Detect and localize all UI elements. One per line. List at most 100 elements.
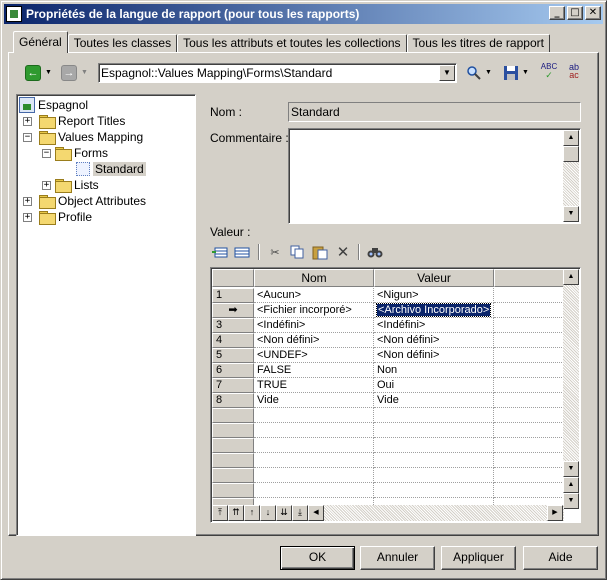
cell-nom[interactable]: TRUE	[254, 378, 374, 393]
expand-icon[interactable]: +	[23, 212, 32, 222]
tree-item-object-attributes[interactable]: + Object Attributes	[23, 193, 146, 209]
cell-valeur[interactable]: <Indéfini>	[374, 318, 494, 333]
row-header[interactable]	[212, 438, 254, 453]
expand-icon[interactable]: +	[23, 116, 32, 126]
expand-icon[interactable]: +	[42, 180, 51, 190]
column-header-valeur[interactable]: Valeur	[374, 269, 494, 287]
move-top-icon[interactable]: ⤒	[212, 505, 228, 521]
cancel-button[interactable]: Annuler	[360, 546, 435, 570]
tree-item-profile[interactable]: + Profile	[23, 209, 92, 225]
cell-valeur[interactable]	[374, 438, 494, 453]
cell-valeur[interactable]	[374, 468, 494, 483]
cell-valeur[interactable]	[374, 453, 494, 468]
cut-icon[interactable]: ✂	[267, 244, 283, 260]
find-dropdown-icon[interactable]: ▼	[485, 69, 492, 76]
save-dropdown-icon[interactable]: ▼	[522, 69, 529, 76]
comment-scrollbar[interactable]: ▲ ▼	[563, 130, 579, 222]
row-header[interactable]: 6	[212, 363, 254, 378]
forward-dropdown-icon[interactable]: ▼	[81, 69, 88, 76]
tab-general[interactable]: Général	[13, 31, 68, 53]
tree-item-forms[interactable]: − Forms	[42, 145, 108, 161]
cell-nom[interactable]: FALSE	[254, 363, 374, 378]
tab-all-report-titles[interactable]: Tous les titres de rapport	[406, 34, 550, 53]
scroll-left-icon[interactable]: ◀	[308, 505, 324, 521]
cell-nom[interactable]	[254, 453, 374, 468]
value-grid[interactable]: Nom Valeur 1 <Aucun> <Nigun> ➡ <Fichier inco…	[210, 267, 581, 523]
expand-icon[interactable]: +	[23, 196, 32, 206]
collapse-icon[interactable]: −	[42, 148, 51, 158]
scroll-right-icon[interactable]: ▶	[547, 505, 563, 521]
delete-icon[interactable]: ✕	[335, 244, 351, 261]
row-header[interactable]: 5	[212, 348, 254, 363]
tree-item-report-titles[interactable]: + Report Titles	[23, 113, 125, 129]
minimize-button[interactable]: _	[549, 6, 565, 20]
cell-nom[interactable]: <Non défini>	[254, 333, 374, 348]
scroll-up-icon[interactable]: ▲	[563, 477, 579, 493]
paste-icon[interactable]	[312, 244, 328, 260]
cell-valeur[interactable]: Oui	[374, 378, 494, 393]
cell-valeur[interactable]: <Nigun>	[374, 288, 494, 303]
add-row-icon[interactable]	[234, 244, 250, 260]
cell-valeur[interactable]: <Archivo Incorporado>	[374, 303, 494, 318]
comment-textarea[interactable]: ▲ ▼	[288, 128, 581, 224]
cell-nom[interactable]: Vide	[254, 393, 374, 408]
column-header-nom[interactable]: Nom	[254, 269, 374, 287]
row-header[interactable]	[212, 468, 254, 483]
cell-valeur[interactable]	[374, 483, 494, 498]
row-header[interactable]: 4	[212, 333, 254, 348]
apply-button[interactable]: Appliquer	[441, 546, 516, 570]
maximize-button[interactable]: □	[567, 6, 583, 20]
title-bar[interactable]: Propriétés de la langue de rapport (pour…	[4, 4, 603, 24]
scroll-down-icon[interactable]: ▼	[563, 493, 579, 509]
help-button[interactable]: Aide	[523, 546, 598, 570]
row-header[interactable]: 1	[212, 288, 254, 303]
row-header[interactable]	[212, 483, 254, 498]
scroll-up-icon[interactable]: ▲	[563, 269, 579, 285]
move-up-page-icon[interactable]: ⇈	[228, 505, 244, 521]
cell-nom[interactable]: <Indéfini>	[254, 318, 374, 333]
row-header[interactable]: 7	[212, 378, 254, 393]
path-combo[interactable]: Espagnol::Values Mapping\Forms\Standard …	[98, 63, 457, 83]
tree-item-standard[interactable]: Standard	[76, 161, 146, 177]
cell-valeur[interactable]: Non	[374, 363, 494, 378]
close-button[interactable]: ✕	[585, 6, 601, 20]
row-header[interactable]: 8	[212, 393, 254, 408]
cell-nom[interactable]	[254, 438, 374, 453]
grid-scrollbar[interactable]: ▲ ▼	[563, 269, 579, 477]
move-up-icon[interactable]: ↑	[244, 505, 260, 521]
tree-item-values-mapping[interactable]: − Values Mapping	[23, 129, 143, 145]
move-down-icon[interactable]: ↓	[260, 505, 276, 521]
tree-item-espagnol[interactable]: Espagnol	[19, 97, 88, 113]
cell-nom[interactable]: <Aucun>	[254, 288, 374, 303]
grid-horizontal-scrollbar[interactable]	[324, 505, 564, 521]
cell-nom[interactable]: <Fichier incorporé>	[254, 303, 374, 318]
collapse-icon[interactable]: −	[23, 132, 32, 142]
back-icon[interactable]: ←	[25, 65, 41, 81]
copy-icon[interactable]	[289, 244, 305, 260]
scroll-up-icon[interactable]: ▲	[563, 130, 579, 146]
cell-nom[interactable]	[254, 408, 374, 423]
insert-row-icon[interactable]	[212, 244, 228, 260]
tree-view[interactable]: Espagnol + Report Titles − Values Mappin…	[16, 94, 196, 536]
cell-valeur[interactable]: Vide	[374, 393, 494, 408]
find-icon[interactable]	[466, 65, 482, 81]
ok-button[interactable]: OK	[280, 546, 355, 570]
tab-all-classes[interactable]: Toutes les classes	[67, 34, 178, 53]
binoculars-icon[interactable]	[367, 244, 383, 260]
cell-nom[interactable]	[254, 483, 374, 498]
forward-icon[interactable]: →	[61, 65, 77, 81]
row-header[interactable]: 3	[212, 318, 254, 333]
cell-valeur[interactable]	[374, 408, 494, 423]
scroll-down-icon[interactable]: ▼	[563, 461, 579, 477]
back-dropdown-icon[interactable]: ▼	[45, 69, 52, 76]
scroll-down-icon[interactable]: ▼	[563, 206, 579, 222]
move-bottom-icon[interactable]: ⤓	[292, 505, 308, 521]
scroll-thumb[interactable]	[563, 146, 579, 162]
chevron-down-icon[interactable]: ▼	[439, 65, 455, 81]
current-row-indicator-icon[interactable]: ➡	[212, 303, 254, 318]
cell-nom[interactable]	[254, 468, 374, 483]
cell-valeur[interactable]: <Non défini>	[374, 348, 494, 363]
move-down-page-icon[interactable]: ⇊	[276, 505, 292, 521]
tab-all-attributes[interactable]: Tous les attributs et toutes les collect…	[177, 34, 407, 53]
save-icon[interactable]	[503, 65, 519, 81]
